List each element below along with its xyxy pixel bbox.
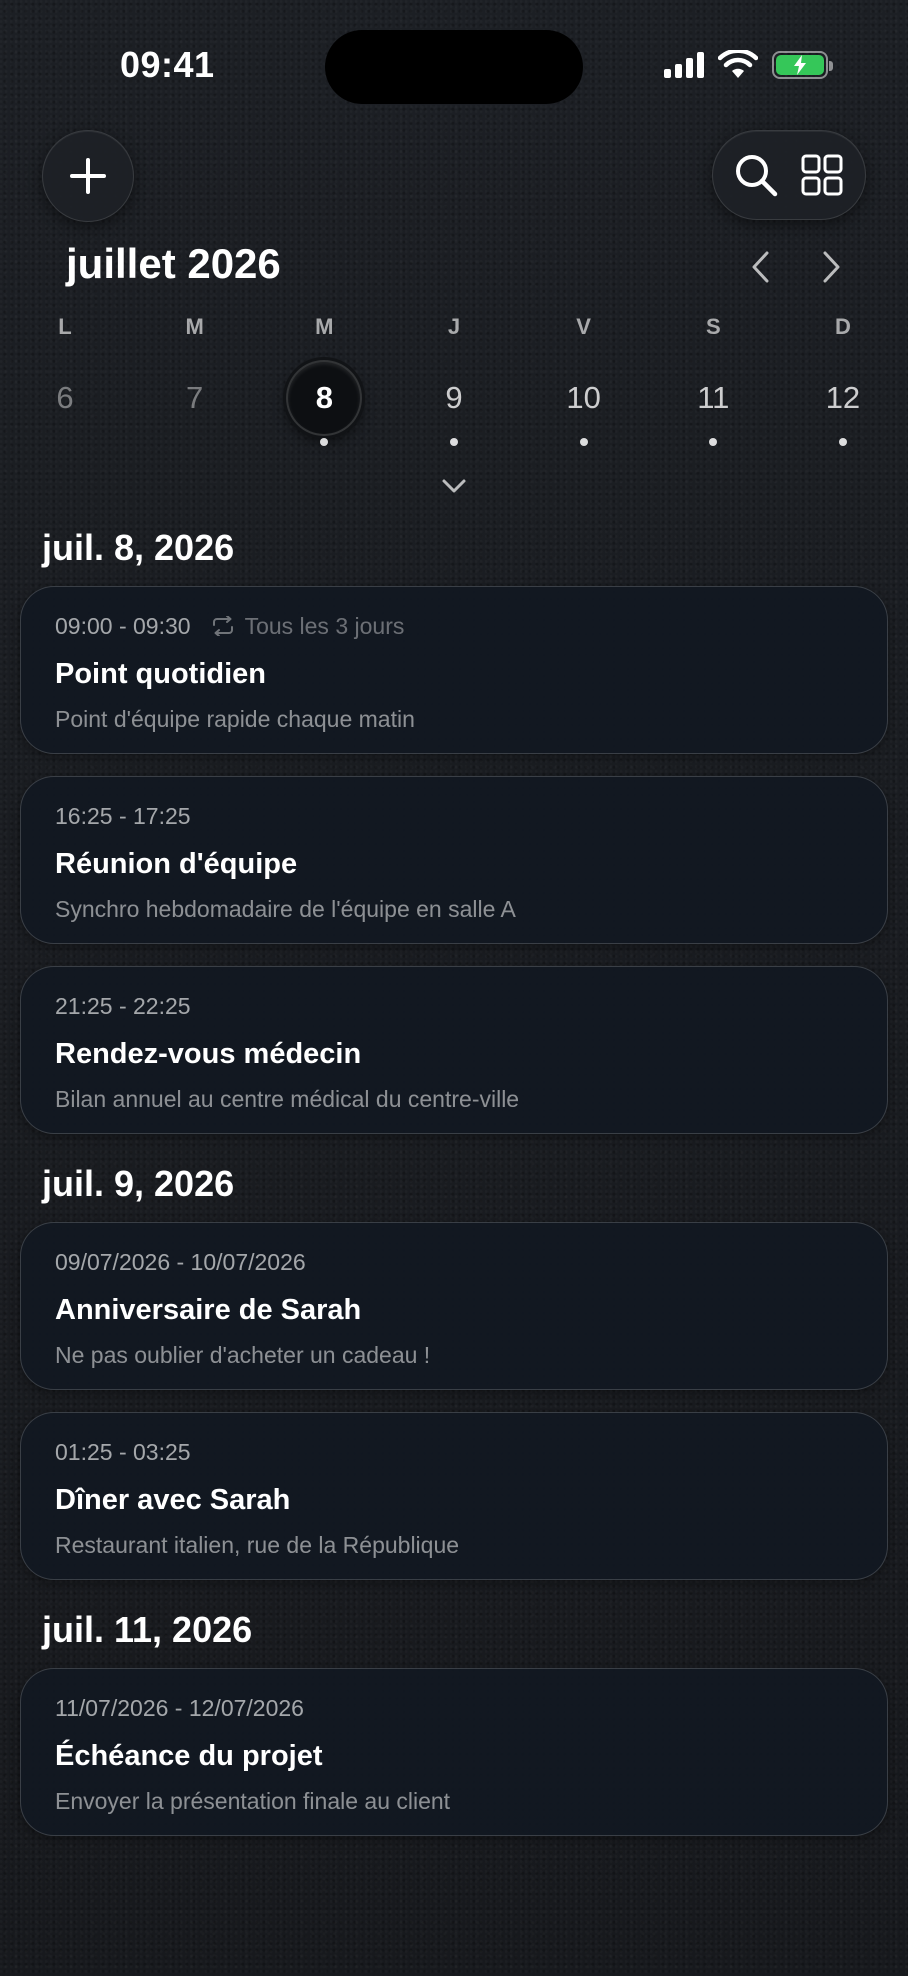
day-cell[interactable]: 6 [13,362,117,452]
chevron-right-icon [823,251,840,283]
expand-calendar-button[interactable] [437,472,471,500]
event-repeat-label: Tous les 3 jours [244,612,405,639]
day-number: 9 [445,380,463,415]
event-card[interactable]: 16:25 - 17:25 Réunion d'équipe Synchro h… [20,776,888,944]
search-button[interactable] [727,146,785,204]
event-dot [320,438,329,446]
date-heading: juil. 9, 2026 [42,1163,235,1204]
date-heading: juil. 11, 2026 [42,1609,253,1650]
wifi-icon [718,50,758,78]
previous-month-button[interactable] [740,244,780,290]
event-dot [449,438,458,446]
event-dot [838,438,847,446]
weekday-header-row: L M M J V S D [0,314,908,340]
event-title: Réunion d'équipe [55,848,298,880]
day-row: 6 7 8 9 10 11 12 [0,362,908,452]
event-time-row: 09/07/2026 - 10/07/2026 [55,1247,853,1277]
event-description: Restaurant italien, rue de la République [55,1532,460,1558]
repeat-icon [212,616,233,636]
event-time: 09:00 - 09:30 [55,612,191,639]
charging-bolt-icon [794,55,806,75]
event-time: 21:25 - 22:25 [55,992,191,1019]
event-card[interactable]: 01:25 - 03:25 Dîner avec Sarah Restauran… [20,1412,888,1580]
day-cell[interactable]: 9 [402,362,506,452]
event-description: Envoyer la présentation finale au client [55,1788,451,1814]
event-repeat: Tous les 3 jours [211,612,405,640]
event-dot [709,438,718,446]
month-navigation [740,244,852,290]
event-time-row: 09:00 - 09:30 Tous les 3 jours [55,611,853,641]
date-heading: juil. 8, 2026 [42,527,235,568]
day-number: 8 [288,362,361,434]
chevron-left-icon [752,251,769,283]
day-number: 12 [825,380,861,415]
weekday-label: V [576,314,591,339]
weekday-label: J [447,314,461,339]
event-card[interactable]: 11/07/2026 - 12/07/2026 Échéance du proj… [20,1668,888,1836]
event-card[interactable]: 09:00 - 09:30 Tous les 3 jours Point quo… [20,586,888,754]
event-description: Ne pas oublier d'acheter un cadeau ! [55,1342,431,1368]
event-card[interactable]: 09/07/2026 - 10/07/2026 Anniversaire de … [20,1222,888,1390]
status-icons [664,50,833,80]
toolbar-pill [712,130,866,220]
event-time: 01:25 - 03:25 [55,1438,191,1465]
view-toggle-button[interactable] [793,146,851,204]
month-title: juillet 2026 [66,240,281,287]
event-description: Bilan annuel au centre médical du centre… [55,1086,520,1112]
chevron-down-icon [442,479,466,493]
day-cell[interactable]: 11 [661,362,765,452]
event-list: juil. 8, 2026 09:00 - 09:30 Tous les 3 j… [0,520,908,1858]
event-time-row: 01:25 - 03:25 [55,1437,853,1467]
day-cell[interactable]: 7 [143,362,247,452]
day-cell[interactable]: 10 [532,362,636,452]
day-number: 6 [56,380,74,415]
event-card[interactable]: 21:25 - 22:25 Rendez-vous médecin Bilan … [20,966,888,1134]
event-time: 16:25 - 17:25 [55,802,191,829]
day-number: 7 [186,380,204,415]
dynamic-island [325,30,583,104]
weekday-label: S [705,314,721,339]
day-cell[interactable]: 8 [272,362,376,452]
battery-icon [772,51,833,79]
event-title: Dîner avec Sarah [55,1484,291,1516]
event-title: Point quotidien [55,658,267,690]
next-month-button[interactable] [812,244,852,290]
event-title: Rendez-vous médecin [55,1038,362,1070]
event-title: Anniversaire de Sarah [55,1294,362,1326]
status-time: 09:41 [120,44,215,85]
event-time: 09/07/2026 - 10/07/2026 [55,1248,306,1275]
weekday-label: L [58,314,72,339]
battery-fill [776,55,824,75]
event-time: 11/07/2026 - 12/07/2026 [55,1694,304,1721]
cellular-signal-icon [664,52,704,78]
weekday-label: D [834,314,851,339]
event-time-row: 16:25 - 17:25 [55,801,853,831]
event-description: Point d'équipe rapide chaque matin [55,706,415,732]
event-time-row: 11/07/2026 - 12/07/2026 [55,1693,853,1723]
status-bar: 09:41 [0,0,908,134]
search-icon [736,155,778,197]
plus-icon [70,158,106,194]
weekday-label: M [315,314,334,339]
grid-icon [801,154,843,196]
week-strip: L M M J V S D 6 7 8 9 10 11 12 [0,314,908,493]
day-number: 10 [566,380,601,415]
event-title: Échéance du projet [55,1740,323,1772]
day-number: 11 [697,380,730,415]
event-description: Synchro hebdomadaire de l'équipe en sall… [55,896,516,922]
day-cell[interactable]: 12 [791,362,895,452]
weekday-label: M [185,314,204,339]
add-event-button[interactable] [42,130,134,222]
event-time-row: 21:25 - 22:25 [55,991,853,1021]
event-dot [579,438,588,446]
